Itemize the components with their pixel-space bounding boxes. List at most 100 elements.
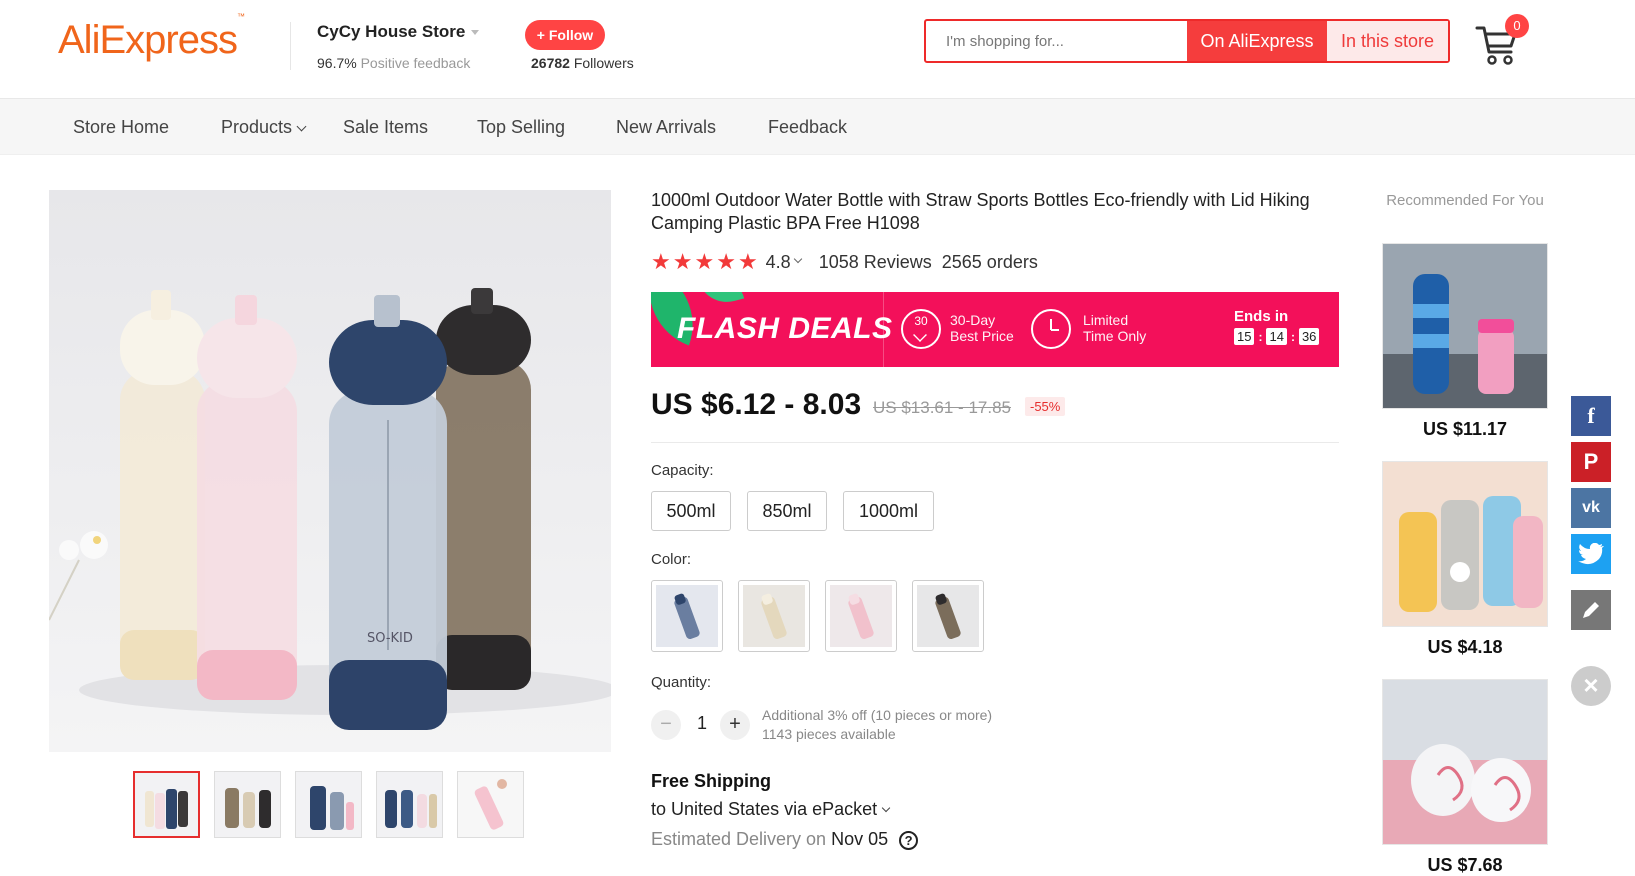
leaf-decoration [697,292,745,309]
product-title: 1000ml Outdoor Water Bottle with Straw S… [651,190,1310,233]
ends-in-label: Ends in [1234,308,1289,325]
site-header: AliExpress™ CyCy House Store 96.7% Posit… [0,0,1635,99]
nav-products-label: Products [221,117,293,137]
recommended-price-2: US $4.18 [1427,637,1503,657]
product-price: US $6.12 - 8.03 [651,388,862,421]
pinterest-share-button[interactable]: P [1571,442,1611,482]
twitter-share-button[interactable] [1571,534,1611,574]
followers-label: Followers [573,55,634,71]
close-share-button[interactable]: × [1571,666,1611,706]
cart-button[interactable]: 0 [1475,14,1529,66]
star-icon: ★ [716,249,736,274]
shipping-title: Free Shipping [651,771,772,791]
pencil-icon [1583,602,1599,618]
nav-sale-items[interactable]: Sale Items [343,117,428,138]
orders-count: 2565 orders [941,251,1038,272]
nav-products[interactable]: Products [221,117,307,138]
nav-new-arrivals[interactable]: New Arrivals [616,117,716,138]
thumbnail-photo [310,786,354,830]
store-name-label: CyCy House Store [317,22,466,41]
search-aliexpress-button[interactable]: On AliExpress [1187,21,1327,61]
recommended-photo [1383,680,1547,844]
thumbnail-5[interactable] [457,771,524,838]
chevron-down-icon [471,30,480,36]
reviews-link[interactable]: 1058 Reviews [819,252,932,273]
logo-text-ali: Ali [58,18,100,62]
capacity-label: Capacity: [651,462,714,479]
thumbnail-1[interactable] [133,771,200,838]
recommended-price-1: US $11.17 [1422,419,1508,439]
capacity-option-500ml[interactable]: 500ml [651,491,731,531]
store-name[interactable]: CyCy House Store [317,22,480,42]
bulk-discount-note: Additional 3% off (10 pieces or more) [762,707,993,723]
store-feedback: 96.7% Positive feedback [317,55,470,71]
thumbnail-2[interactable] [214,771,281,838]
followers-count: 26782 Followers [531,55,634,71]
logo-text-express: Express [99,18,237,62]
nav-store-home[interactable]: Store Home [73,117,169,138]
timer-seconds: 36 [1298,328,1320,345]
estimated-delivery: Estimated Delivery on Nov 05 ? [651,829,919,850]
quantity-decrease-button[interactable]: − [651,710,681,740]
product-main-image[interactable]: SO-KID [49,190,611,752]
cart-count-badge: 0 [1505,14,1529,38]
flash-deals-banner: FLASH DEALS 30 30-Day Best Price Limited… [651,292,1339,367]
search-input[interactable] [926,21,1186,61]
recommended-item-3[interactable] [1382,679,1548,845]
limited-time-text: Limited Time Only [1083,312,1146,344]
pinterest-icon: P [1583,449,1599,474]
shipping-destination[interactable]: to United States via ePacket [651,799,891,820]
chevron-down-icon [296,121,307,132]
color-option-navy[interactable] [651,580,723,652]
chevron-down-icon[interactable] [793,254,802,264]
facebook-icon: f [1587,403,1595,428]
rating-value[interactable]: 4.8 [766,252,791,273]
flash-deals-title: FLASH DEALS [677,312,893,345]
color-option-cream[interactable] [738,580,810,652]
color-option-pink[interactable] [825,580,897,652]
follow-button[interactable]: + Follow [525,20,605,50]
star-rating: ★ ★ ★ ★ ★ [651,251,758,273]
countdown-timer: 15:14:36 [1234,328,1320,345]
nav-top-selling[interactable]: Top Selling [477,117,565,138]
thumbnail-4[interactable] [376,771,443,838]
header-divider [290,22,291,70]
shipping-destination-label: to United States via ePacket [651,799,878,819]
recommended-item-2[interactable] [1382,461,1548,627]
followers-number: 26782 [531,55,570,71]
recommended-item-1[interactable] [1382,243,1548,409]
star-icon: ★ [672,249,693,274]
capacity-option-850ml[interactable]: 850ml [747,491,827,531]
quantity-value[interactable]: 1 [697,713,707,734]
edit-share-button[interactable] [1571,590,1611,630]
thumbnail-photo [385,790,437,828]
facebook-share-button[interactable]: f [1571,396,1611,436]
vk-share-button[interactable]: vk [1571,488,1611,528]
thumbnail-photo [458,772,523,837]
help-icon[interactable]: ? [899,830,919,850]
timer-minutes: 14 [1266,328,1287,345]
nav-feedback[interactable]: Feedback [768,117,847,138]
quantity-label: Quantity: [651,674,712,691]
thumbnail-photo [145,789,188,829]
delivery-date: Nov 05 [831,829,889,849]
search-store-button[interactable]: In this store [1327,21,1448,61]
color-option-black[interactable] [912,580,984,652]
twitter-icon [1578,542,1604,565]
limited-time-line2: Time Only [1083,328,1147,344]
quantity-increase-button[interactable]: + [720,710,750,740]
best-price-days: 30 [914,314,928,328]
search-bar: On AliExpress In this store [924,19,1450,63]
chevron-down-icon [881,803,891,813]
store-nav: Store Home Products Sale Items Top Selli… [0,99,1635,155]
star-icon: ★ [694,249,715,274]
timer-hours: 15 [1234,328,1255,345]
delivery-label: Estimated Delivery on [651,829,827,849]
recommended-price-3: US $7.68 [1427,855,1503,875]
capacity-option-1000ml[interactable]: 1000ml [843,491,934,531]
quantity-note: Additional 3% off (10 pieces or more) 11… [762,706,992,744]
aliexpress-logo[interactable]: AliExpress™ [58,12,245,63]
limited-time-line1: Limited [1083,312,1129,328]
feedback-label: Positive feedback [360,55,471,71]
thumbnail-3[interactable] [295,771,362,838]
